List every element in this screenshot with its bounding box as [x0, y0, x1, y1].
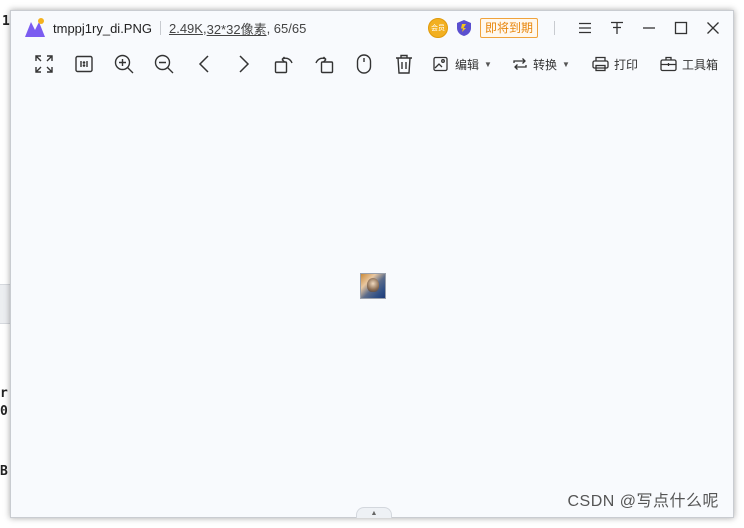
chevron-down-icon: ▼	[484, 59, 492, 69]
next-icon[interactable]	[233, 49, 255, 79]
collapse-panel-button[interactable]: ▲	[356, 507, 392, 518]
vip-icon[interactable]: 会员	[427, 18, 448, 38]
chevron-up-icon: ▲	[370, 509, 378, 517]
previous-icon[interactable]	[193, 49, 215, 79]
image-canvas[interactable]	[11, 83, 733, 517]
file-name: tmppj1ry_di.PNG	[53, 20, 152, 36]
editor-line-char: 0	[0, 404, 8, 419]
close-icon[interactable]	[703, 18, 723, 38]
image-edit-icon	[433, 56, 448, 72]
edit-label: 编辑	[455, 57, 480, 72]
zoom-out-icon[interactable]	[153, 49, 175, 79]
printer-icon	[592, 56, 609, 72]
editor-line-char: r	[0, 386, 8, 401]
print-button[interactable]: 打印	[592, 49, 642, 79]
watermark-text: CSDN @写点什么呢	[567, 493, 719, 510]
actual-size-icon[interactable]	[73, 49, 95, 79]
maximize-icon[interactable]	[671, 18, 691, 38]
title-divider	[159, 21, 161, 35]
rotate-right-icon[interactable]	[313, 49, 335, 79]
title-bar: tmppj1ry_di.PNG 2.49K , 32*32像素 , 65/65 …	[11, 11, 733, 45]
title-right-controls: 会员 即将到期	[427, 11, 723, 45]
file-size[interactable]: 2.49K	[169, 21, 203, 36]
expire-button[interactable]: 即将到期	[479, 18, 538, 38]
delete-icon[interactable]	[393, 49, 415, 79]
title-divider	[554, 21, 555, 35]
fullscreen-icon[interactable]	[33, 49, 55, 79]
toolbox-label: 工具箱	[682, 57, 719, 72]
rotate-left-icon[interactable]	[273, 49, 295, 79]
pin-icon[interactable]	[607, 18, 627, 38]
zoom-in-icon[interactable]	[113, 49, 135, 79]
convert-icon	[513, 58, 527, 70]
convert-label: 转换	[533, 57, 558, 72]
minimize-icon[interactable]	[639, 18, 659, 38]
convert-button[interactable]: 转换 ▼	[512, 49, 576, 79]
editor-line-char: B	[0, 464, 8, 479]
image-viewer-window: tmppj1ry_di.PNG 2.49K , 32*32像素 , 65/65 …	[10, 10, 734, 518]
image-subject	[367, 278, 379, 292]
image-position: , 65/65	[266, 20, 307, 36]
print-label: 打印	[614, 57, 639, 72]
mouse-icon[interactable]	[353, 49, 375, 79]
app-logo-icon	[25, 18, 45, 37]
chevron-down-icon: ▼	[562, 59, 570, 69]
image-dimensions[interactable]: 32*32像素	[207, 19, 267, 38]
toolbar: 编辑 ▼ 转换 ▼ 打印 工具箱	[11, 49, 733, 79]
edit-button[interactable]: 编辑 ▼	[433, 49, 497, 79]
toolbox-button[interactable]: 工具箱	[660, 49, 724, 79]
menu-icon[interactable]	[575, 18, 595, 38]
file-meta: 2.49K , 32*32像素 , 65/65	[169, 19, 306, 38]
toolbox-icon	[660, 56, 677, 72]
shield-icon[interactable]	[456, 19, 472, 37]
displayed-image[interactable]	[360, 273, 386, 299]
editor-line-char: 1	[2, 14, 10, 29]
